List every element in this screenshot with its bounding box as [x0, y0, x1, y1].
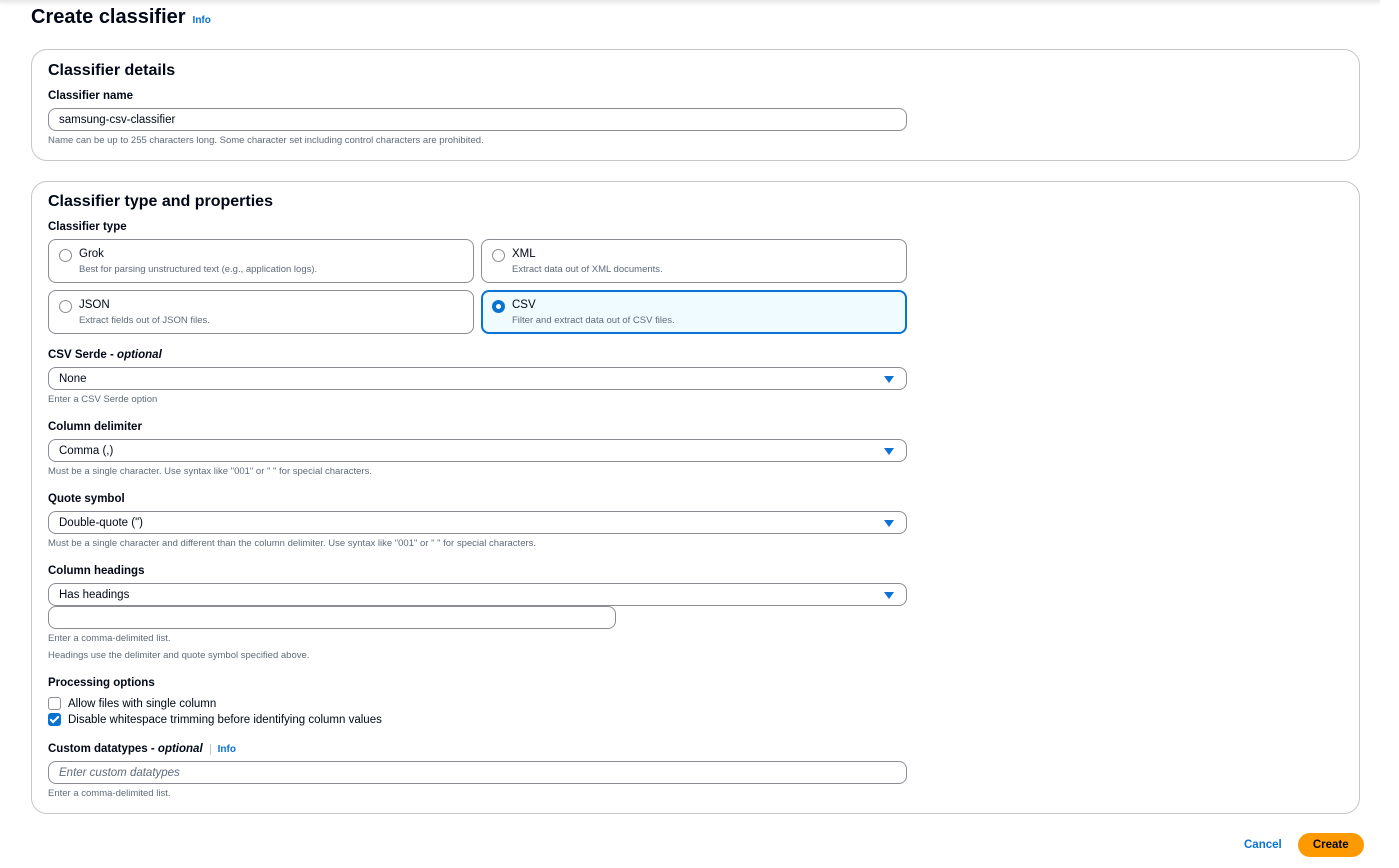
classifier-type-label: Classifier type [48, 221, 127, 233]
column-headings-list-input[interactable] [48, 606, 616, 629]
type-tile-csv[interactable]: CSV Filter and extract data out of CSV f… [481, 290, 907, 334]
type-tile-desc: Extract fields out of JSON files. [79, 315, 210, 326]
caret-down-icon [884, 448, 894, 455]
type-tile-grok[interactable]: Grok Best for parsing unstructured text … [48, 239, 474, 283]
option-disable-whitespace-trimming[interactable]: Disable whitespace trimming before ident… [48, 713, 382, 726]
page-title: Create classifier [31, 6, 186, 28]
cancel-button[interactable]: Cancel [1230, 835, 1296, 855]
csv-serde-label: CSV Serde - optional [48, 349, 162, 361]
type-tile-title: Grok [79, 248, 104, 260]
column-delimiter-value: Comma (,) [59, 444, 114, 457]
top-bar-shadow [0, 0, 1380, 2]
csv-serde-select[interactable]: None [48, 367, 907, 390]
custom-datatypes-label-text: Custom datatypes [48, 743, 148, 755]
classifier-name-input[interactable]: samsung-csv-classifier [48, 108, 907, 131]
column-headings-value: Has headings [59, 588, 130, 601]
type-tile-title: JSON [79, 299, 110, 311]
type-tile-desc: Extract data out of XML documents. [512, 264, 663, 275]
classifier-type-title: Classifier type and properties [48, 193, 273, 210]
column-delimiter-select[interactable]: Comma (,) [48, 439, 907, 462]
custom-datatypes-label: Custom datatypes - optional Info [48, 743, 236, 755]
label-divider [209, 743, 211, 755]
checkbox-checked-icon[interactable] [48, 713, 61, 726]
type-tile-title: XML [512, 248, 536, 260]
column-headings-hint-2: Headings use the delimiter and quote sym… [48, 650, 310, 661]
classifier-name-label: Classifier name [48, 90, 134, 102]
column-headings-select[interactable]: Has headings [48, 583, 907, 606]
column-headings-label: Column headings [48, 565, 145, 577]
column-delimiter-label: Column delimiter [48, 421, 142, 433]
radio-icon[interactable] [492, 249, 505, 262]
option-allow-single-column[interactable]: Allow files with single column [48, 697, 216, 710]
column-headings-hint: Enter a comma-delimited list. [48, 633, 171, 644]
custom-datatypes-hint: Enter a comma-delimited list. [48, 788, 171, 799]
caret-down-icon [884, 520, 894, 527]
quote-symbol-value: Double-quote (") [59, 516, 143, 529]
type-tile-json[interactable]: JSON Extract fields out of JSON files. [48, 290, 474, 334]
column-delimiter-hint: Must be a single character. Use syntax l… [48, 466, 372, 477]
custom-datatypes-input[interactable]: Enter custom datatypes [48, 761, 907, 784]
form-actions: Cancel Create [1230, 833, 1364, 857]
caret-down-icon [884, 376, 894, 383]
optional-tag: optional [157, 743, 203, 755]
checkbox-icon[interactable] [48, 697, 61, 710]
radio-checked-icon[interactable] [492, 300, 505, 313]
custom-datatypes-placeholder: Enter custom datatypes [59, 766, 180, 779]
processing-options-label: Processing options [48, 677, 155, 689]
classifier-details-card: Classifier details Classifier name samsu… [31, 49, 1360, 161]
classifier-name-value: samsung-csv-classifier [59, 113, 176, 126]
custom-datatypes-info-link[interactable]: Info [218, 744, 236, 755]
csv-serde-value: None [59, 372, 87, 385]
radio-icon[interactable] [59, 300, 72, 313]
page-header: Create classifier Info [31, 6, 211, 29]
classifier-name-hint: Name can be up to 255 characters long. S… [48, 135, 484, 146]
type-tile-title: CSV [512, 299, 536, 311]
quote-symbol-select[interactable]: Double-quote (") [48, 511, 907, 534]
page-info-link[interactable]: Info [193, 15, 211, 26]
checkbox-label: Disable whitespace trimming before ident… [68, 713, 382, 726]
classifier-details-title: Classifier details [48, 62, 176, 79]
caret-down-icon [884, 592, 894, 599]
csv-serde-label-text: CSV Serde [48, 349, 107, 361]
optional-tag: optional [117, 349, 162, 361]
type-tile-desc: Best for parsing unstructured text (e.g.… [79, 264, 318, 275]
checkbox-label: Allow files with single column [68, 697, 217, 710]
quote-symbol-label: Quote symbol [48, 493, 125, 505]
radio-icon[interactable] [59, 249, 72, 262]
quote-symbol-hint: Must be a single character and different… [48, 538, 537, 549]
type-tile-xml[interactable]: XML Extract data out of XML documents. [481, 239, 907, 283]
classifier-type-card: Classifier type and properties Classifie… [31, 181, 1360, 814]
create-button[interactable]: Create [1297, 833, 1364, 857]
type-tile-desc: Filter and extract data out of CSV files… [512, 315, 675, 326]
csv-serde-hint: Enter a CSV Serde option [48, 394, 158, 405]
